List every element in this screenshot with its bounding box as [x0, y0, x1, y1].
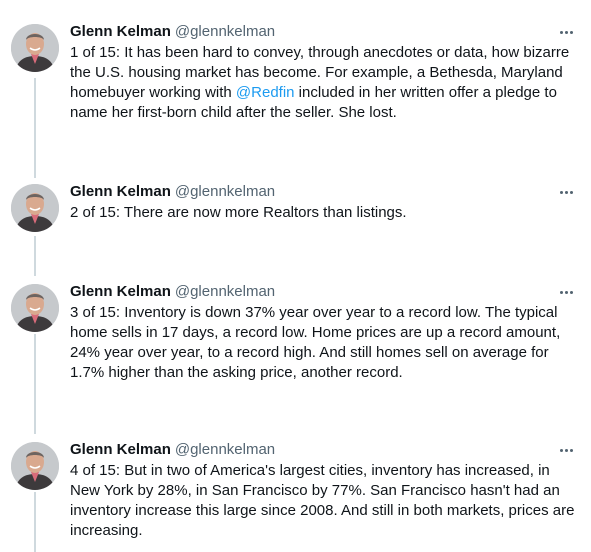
tweet-header: Glenn Kelman @glennkelman — [70, 440, 275, 460]
more-options-icon[interactable] — [556, 282, 576, 302]
avatar[interactable] — [11, 184, 59, 232]
profile-photo-icon — [11, 442, 59, 490]
tweet-header: Glenn Kelman @glennkelman — [70, 182, 275, 202]
avatar[interactable] — [11, 284, 59, 332]
thread-connector-line — [34, 492, 36, 552]
tweet-text: 2 of 15: There are now more Realtors tha… — [70, 204, 407, 221]
avatar[interactable] — [11, 24, 59, 72]
author-handle[interactable]: @glennkelman — [175, 23, 275, 40]
author-name[interactable]: Glenn Kelman — [70, 441, 171, 458]
profile-photo-icon — [11, 284, 59, 332]
thread-connector-line — [34, 236, 36, 276]
tweet-header: Glenn Kelman @glennkelman — [70, 282, 275, 302]
avatar[interactable] — [11, 442, 59, 490]
profile-photo-icon — [11, 24, 59, 72]
tweet-header: Glenn Kelman @glennkelman — [70, 22, 275, 42]
thread-connector-line — [34, 78, 36, 178]
author-name[interactable]: Glenn Kelman — [70, 23, 171, 40]
tweet-text: 3 of 15: Inventory is down 37% year over… — [70, 304, 561, 381]
tweet-text: 4 of 15: But in two of America's largest… — [70, 462, 575, 539]
profile-photo-icon — [11, 184, 59, 232]
author-handle[interactable]: @glennkelman — [175, 283, 275, 300]
author-handle[interactable]: @glennkelman — [175, 441, 275, 458]
tweet-text: 1 of 15: It has been hard to convey, thr… — [70, 43, 580, 123]
author-handle[interactable]: @glennkelman — [175, 183, 275, 200]
author-name[interactable]: Glenn Kelman — [70, 183, 171, 200]
thread-connector-line — [34, 334, 36, 434]
author-name[interactable]: Glenn Kelman — [70, 283, 171, 300]
more-options-icon[interactable] — [556, 22, 576, 42]
mention-link[interactable]: @Redfin — [236, 84, 295, 101]
tweet-thread: Glenn Kelman @glennkelman 1 of 15: It has… — [0, 0, 591, 552]
more-options-icon[interactable] — [556, 440, 576, 460]
more-options-icon[interactable] — [556, 182, 576, 202]
